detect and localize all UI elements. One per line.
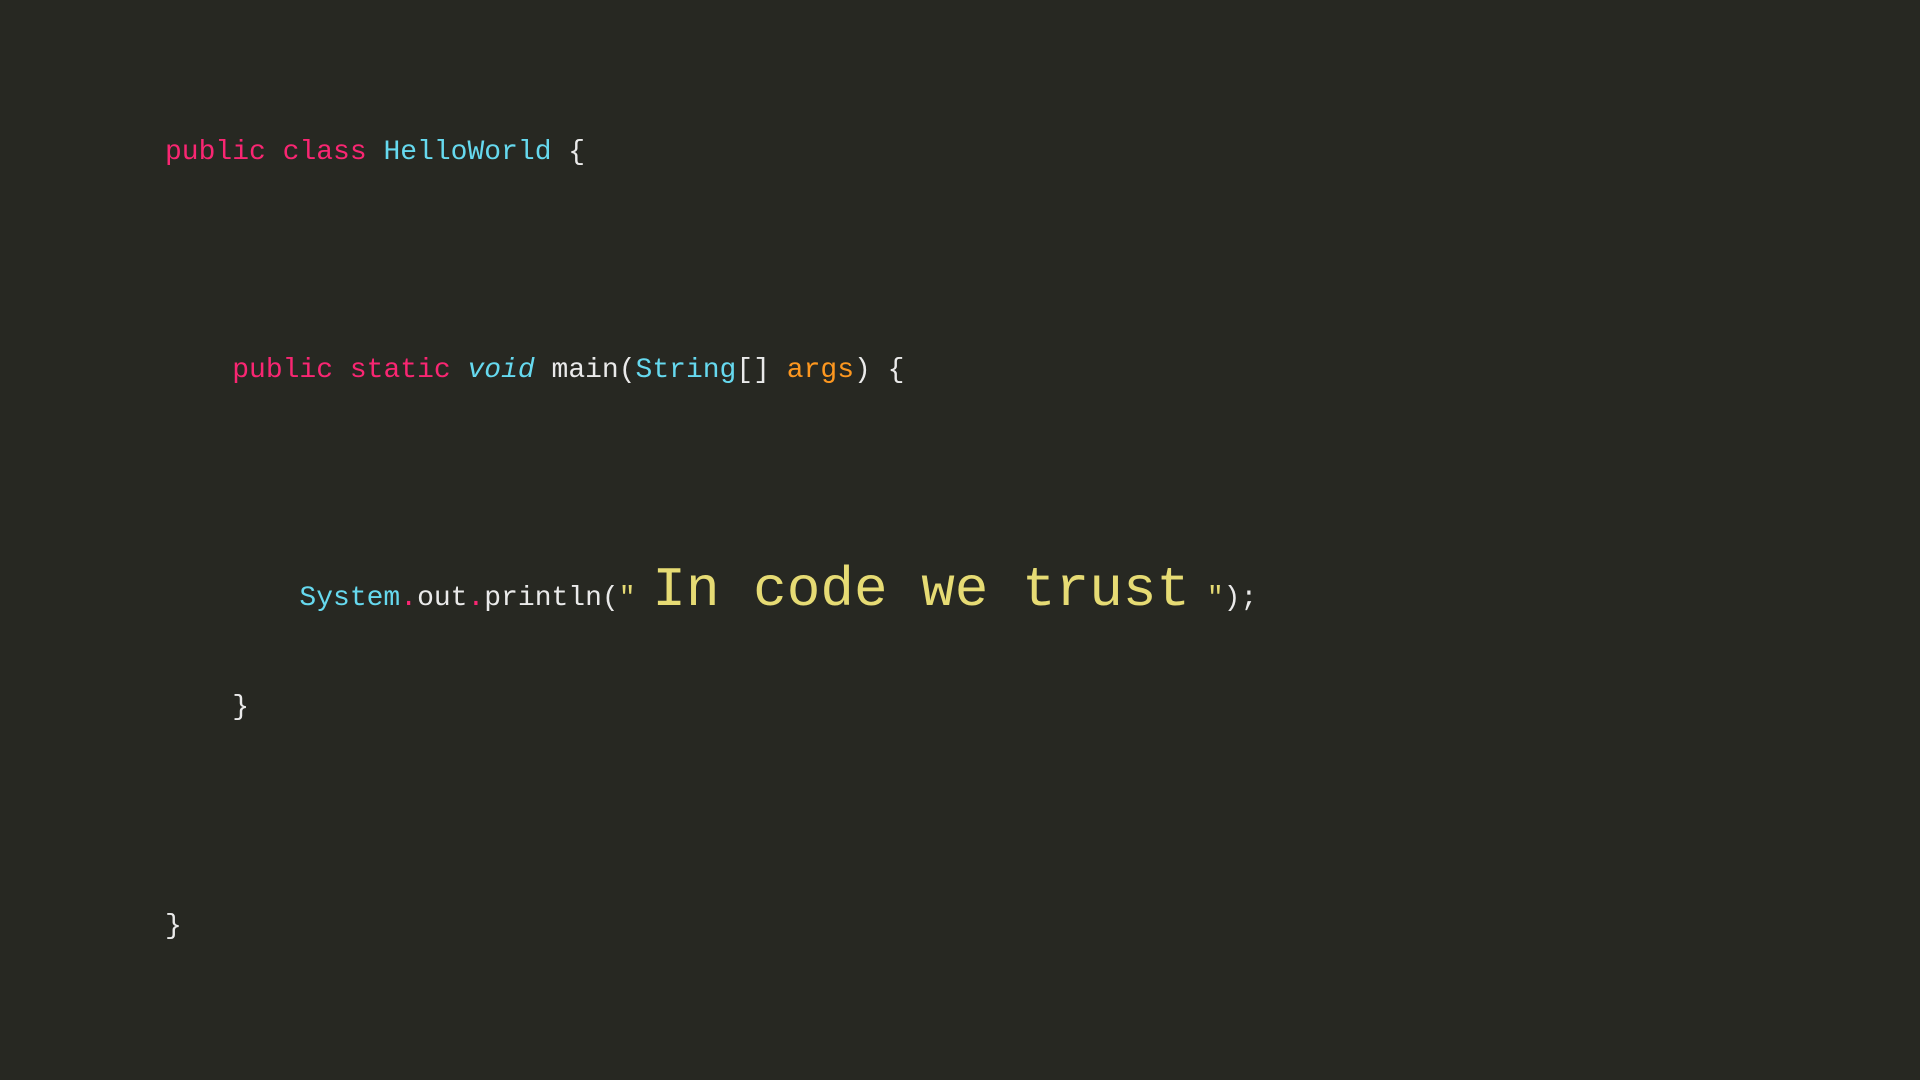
code-line-3: public static void main(String[] args) { — [165, 344, 1257, 399]
code-line-blank — [165, 453, 1257, 508]
method-println: println( — [484, 583, 618, 614]
keyword-void: void — [468, 355, 535, 386]
keyword-public: public — [232, 355, 333, 386]
class-name: HelloWorld — [383, 137, 551, 168]
code-line-blank — [165, 791, 1257, 846]
code-line-8: } — [165, 900, 1257, 955]
field-out: out — [417, 583, 467, 614]
brace-open: { — [552, 137, 586, 168]
method-main: main( — [535, 355, 636, 386]
param-args: args — [787, 355, 854, 386]
brace-close: } — [232, 692, 249, 723]
keyword-public: public — [165, 137, 266, 168]
string-literal-large: In code we trust — [652, 558, 1190, 622]
code-line-6: } — [165, 681, 1257, 736]
type-string: String — [636, 355, 737, 386]
code-line-1: public class HelloWorld { — [165, 126, 1257, 181]
code-line-5: System.out.println(" In code we trust ")… — [165, 562, 1257, 627]
code-block: public class HelloWorld { public static … — [165, 71, 1257, 1009]
code-line-blank — [165, 235, 1257, 290]
keyword-class: class — [283, 137, 367, 168]
object-system: System — [299, 583, 400, 614]
keyword-static: static — [350, 355, 451, 386]
brace-close: } — [165, 911, 182, 942]
